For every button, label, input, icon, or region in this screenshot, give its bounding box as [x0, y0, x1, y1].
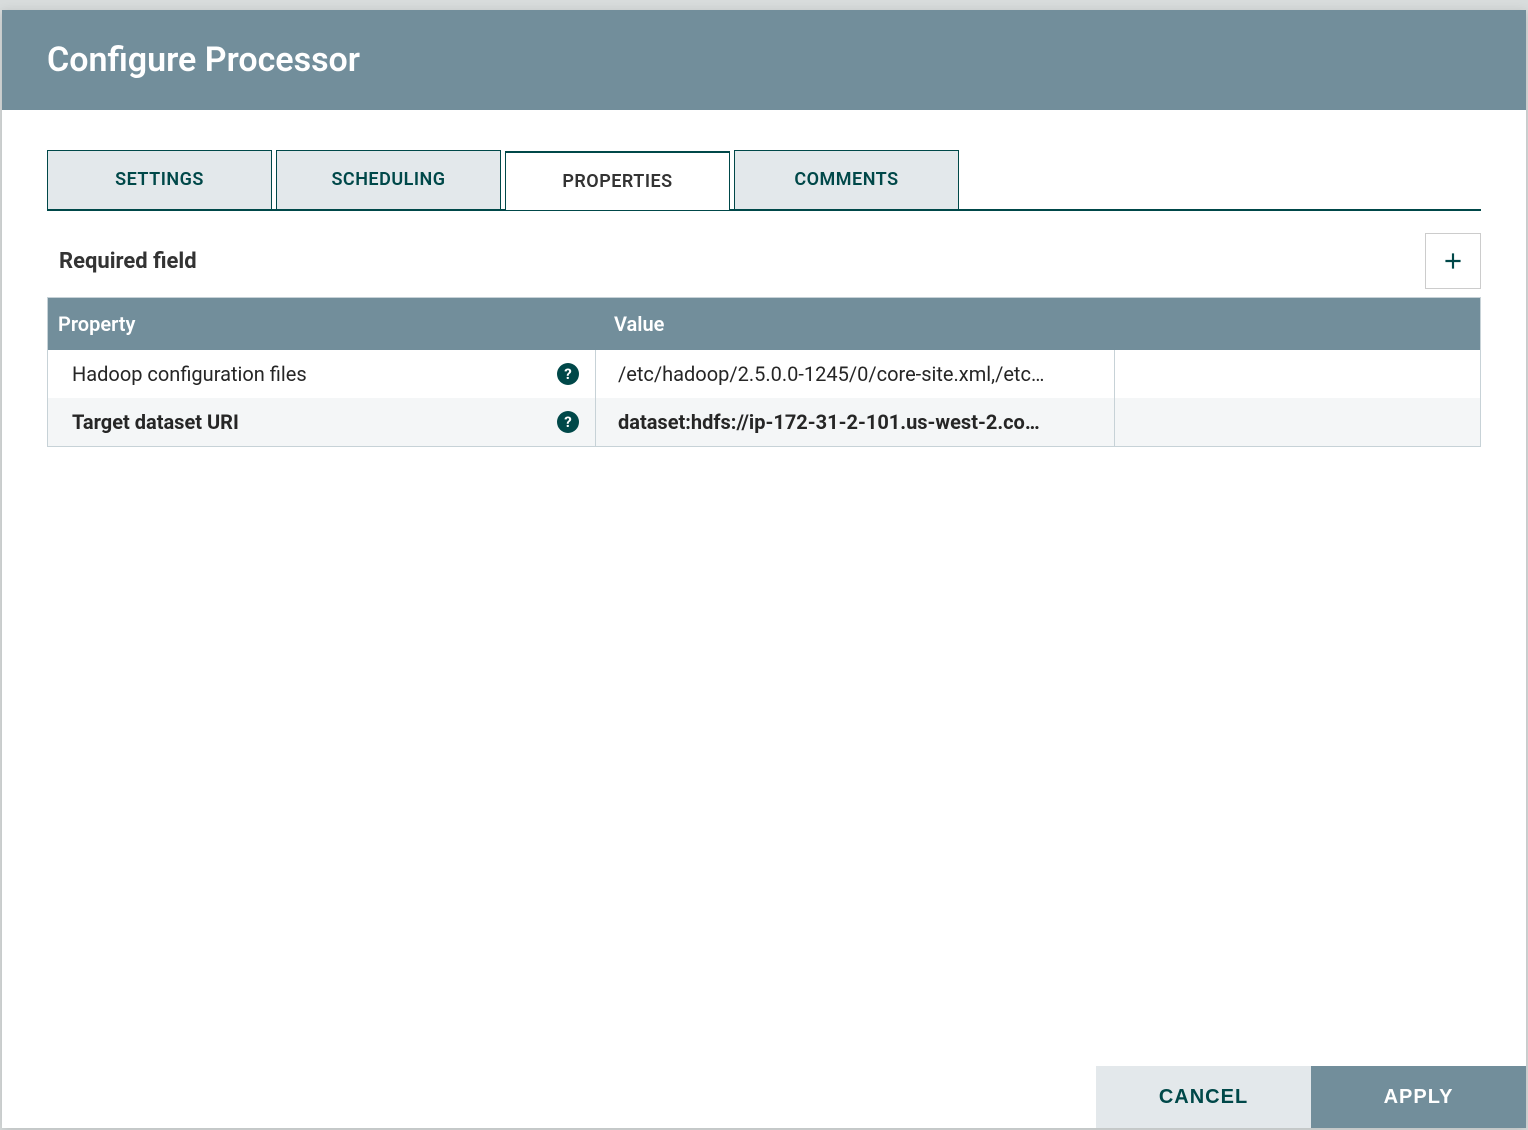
table-header-row: Property Value — [48, 298, 1480, 350]
property-value: /etc/hadoop/2.5.0.0-1245/0/core-site.xml… — [618, 362, 1044, 386]
dialog-title: Configure Processor — [47, 40, 360, 80]
tab-settings[interactable]: Settings — [47, 150, 272, 209]
tab-comments[interactable]: Comments — [734, 150, 959, 209]
tab-scheduling[interactable]: Scheduling — [276, 150, 501, 209]
property-extra-cell — [1115, 350, 1480, 398]
property-name-cell: Hadoop configuration files ? — [48, 350, 596, 398]
required-field-label: Required field — [59, 249, 197, 274]
dialog-footer: Cancel Apply — [2, 1066, 1526, 1128]
property-name-cell: Target dataset URI ? — [48, 398, 596, 446]
table-body: Hadoop configuration files ? /etc/hadoop… — [48, 350, 1480, 446]
panel-header: Required field — [47, 233, 1481, 289]
column-header-property: Property — [48, 298, 596, 350]
properties-panel: Required field Property Value Hadoop con… — [47, 211, 1481, 1066]
property-value: dataset:hdfs://ip-172-31-2-101.us-west-2… — [618, 410, 1040, 434]
table-row[interactable]: Target dataset URI ? dataset:hdfs://ip-1… — [48, 398, 1480, 446]
add-property-button[interactable] — [1425, 233, 1481, 289]
properties-table: Property Value Hadoop configuration file… — [47, 297, 1481, 447]
apply-button[interactable]: Apply — [1311, 1066, 1526, 1128]
tabs-bar: Settings Scheduling Properties Comments — [47, 150, 1481, 211]
property-name: Hadoop configuration files — [72, 362, 307, 386]
table-row[interactable]: Hadoop configuration files ? /etc/hadoop… — [48, 350, 1480, 398]
dialog-header: Configure Processor — [2, 10, 1526, 110]
tab-properties[interactable]: Properties — [505, 151, 730, 210]
property-value-cell[interactable]: /etc/hadoop/2.5.0.0-1245/0/core-site.xml… — [596, 350, 1115, 398]
plus-icon — [1440, 248, 1466, 274]
dialog-content: Settings Scheduling Properties Comments … — [2, 110, 1526, 1066]
cancel-button[interactable]: Cancel — [1096, 1066, 1311, 1128]
configure-processor-dialog: Configure Processor Settings Scheduling … — [2, 10, 1526, 1128]
column-header-value: Value — [596, 298, 1480, 350]
property-name: Target dataset URI — [72, 410, 239, 434]
help-icon[interactable]: ? — [557, 411, 579, 433]
property-extra-cell — [1115, 398, 1480, 446]
property-value-cell[interactable]: dataset:hdfs://ip-172-31-2-101.us-west-2… — [596, 398, 1115, 446]
help-icon[interactable]: ? — [557, 363, 579, 385]
